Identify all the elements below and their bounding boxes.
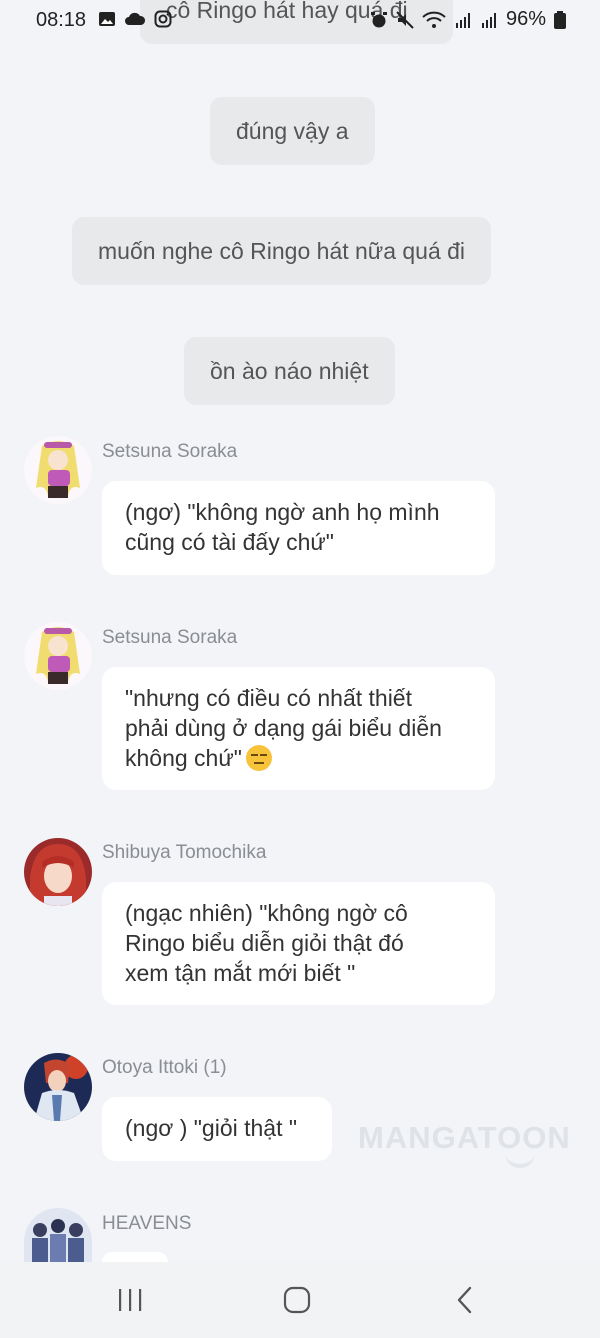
avatar-setsuna-soraka[interactable] [24, 436, 92, 504]
message-line: cũng có tài đấy chứ" [125, 529, 334, 555]
sender-name: Setsuna Soraka [102, 627, 238, 648]
battery-percent: 96% [505, 8, 546, 30]
status-system-icons: 96% [370, 8, 566, 31]
avatar-image [24, 1208, 92, 1262]
home-icon [283, 1286, 311, 1314]
battery-icon [554, 10, 566, 29]
sender-name: HEAVENS [102, 1213, 192, 1234]
status-notification-icons [98, 10, 172, 28]
avatar-image [24, 1053, 92, 1121]
recent-apps-button[interactable] [110, 1282, 150, 1318]
message-bubble: "nhưng có điều có nhất thiết phải dùng ở… [102, 667, 495, 790]
avatar-shibuya-tomochika[interactable] [24, 838, 92, 906]
gallery-icon [99, 12, 115, 26]
watermark-logo: MANGATOON [358, 1120, 571, 1155]
message-line: (ngơ) "không ngờ anh họ mình [125, 499, 440, 525]
message-line: xem tận mắt mới biết " [125, 960, 356, 986]
sender-name: Setsuna Soraka [102, 441, 238, 462]
home-button[interactable] [277, 1282, 317, 1318]
mute-icon [396, 10, 414, 29]
status-time: 08:18 [36, 9, 87, 31]
message-bubble [102, 1252, 168, 1262]
avatar-otoya-ittoki[interactable] [24, 1053, 92, 1121]
avatar-heavens[interactable] [24, 1208, 92, 1262]
instagram-icon [154, 10, 172, 28]
avatar-setsuna-soraka[interactable] [24, 622, 92, 690]
watermark-smile [505, 1150, 535, 1168]
back-icon [457, 1286, 472, 1314]
navigation-bar [0, 1262, 600, 1338]
message-line: (ngơ ) "giỏi thật " [125, 1115, 298, 1141]
signal-icon-2 [481, 12, 496, 28]
message-line: phải dùng ở dạng gái biểu diễn [125, 715, 442, 741]
message-line: (ngạc nhiên) "không ngờ cô [125, 900, 408, 926]
recent-apps-icon [119, 1289, 142, 1311]
sender-name: Otoya Ittoki (1) [102, 1057, 227, 1078]
status-bar: 08:18 96% [0, 0, 600, 40]
message-line: Ringo biểu diễn giỏi thật đó [125, 930, 404, 956]
message-line: không chứ" [125, 745, 242, 771]
narration-bubble: muốn nghe cô Ringo hát nữa quá đi [72, 217, 492, 285]
wifi-icon [422, 11, 446, 28]
message-bubble: (ngơ ) "giỏi thật " [102, 1097, 332, 1161]
message-bubble: (ngơ) "không ngờ anh họ mình cũng có tài… [102, 481, 495, 575]
avatar-image [24, 436, 92, 504]
avatar-image [24, 838, 92, 906]
message-bubble: (ngạc nhiên) "không ngờ cô Ringo biểu di… [102, 882, 495, 1005]
cloud-icon [125, 12, 146, 25]
expressionless-face-icon [245, 745, 272, 771]
signal-icon [455, 12, 470, 28]
narration-bubble: ồn ào náo nhiệt [184, 337, 395, 405]
message-line: "nhưng có điều có nhất thiết [125, 685, 412, 711]
narration-bubble: đúng vậy a [210, 97, 375, 165]
sender-name: Shibuya Tomochika [102, 842, 267, 863]
avatar-image [24, 622, 92, 690]
alarm-icon [370, 11, 387, 27]
back-button[interactable] [445, 1282, 485, 1318]
